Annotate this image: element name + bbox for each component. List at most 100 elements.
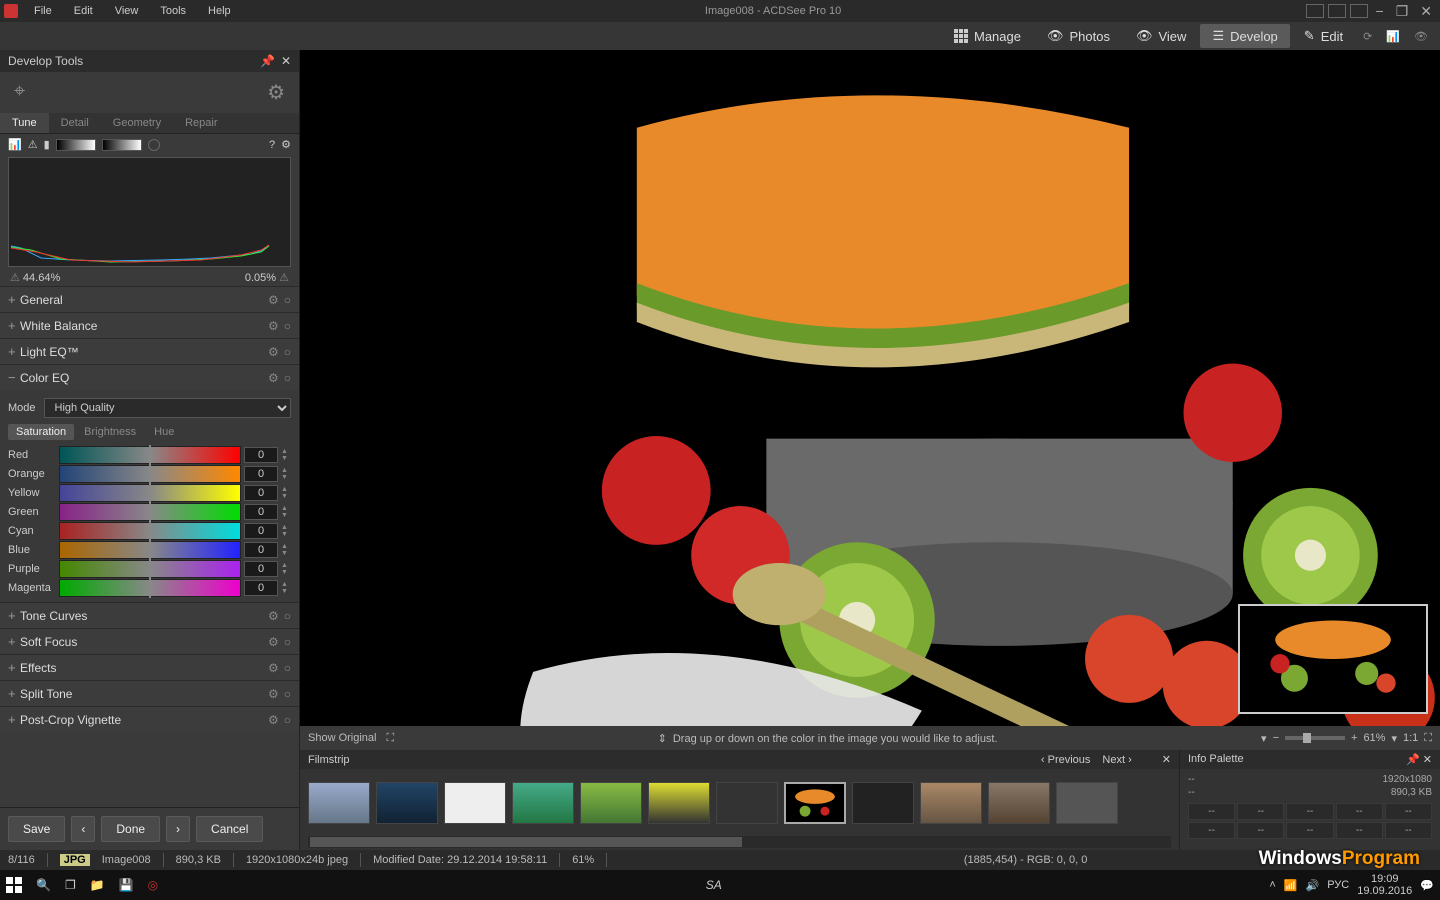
menu-view[interactable]: View — [105, 2, 149, 20]
menu-tools[interactable]: Tools — [150, 2, 196, 20]
mode-view[interactable]: 👁View — [1124, 24, 1198, 48]
section-light-eq[interactable]: +Light EQ™⚙○ — [0, 339, 299, 364]
hist-help-icon[interactable]: ? — [269, 139, 275, 151]
spin-down-icon[interactable]: ▼ — [281, 531, 291, 538]
tray-volume-icon[interactable]: 🔊 — [1306, 879, 1320, 892]
section-tone-curves[interactable]: +Tone Curves⚙○ — [0, 603, 299, 628]
thumb[interactable] — [444, 782, 506, 824]
tab-tune[interactable]: Tune — [0, 113, 49, 133]
warning-icon[interactable]: ⚠ — [28, 138, 38, 151]
section-effects[interactable]: +Effects⚙○ — [0, 655, 299, 680]
mode-stats-icon[interactable]: 📊 — [1380, 30, 1406, 43]
slider-green[interactable]: Green▲▼ — [8, 503, 291, 521]
reset-icon[interactable]: ○ — [284, 687, 291, 701]
reset-icon[interactable]: ○ — [284, 713, 291, 727]
slider-value[interactable] — [244, 580, 278, 596]
mode-photos[interactable]: 👁Photos — [1035, 24, 1122, 48]
taskview-icon[interactable]: ❐ — [65, 878, 76, 892]
thumb[interactable] — [988, 782, 1050, 824]
slider-blue[interactable]: Blue▲▼ — [8, 541, 291, 559]
thumb[interactable] — [376, 782, 438, 824]
filmstrip-prev-button[interactable]: ‹ Previous — [1041, 754, 1091, 766]
tray-date[interactable]: 19.09.2016 — [1357, 885, 1412, 897]
spin-down-icon[interactable]: ▼ — [281, 474, 291, 481]
thumb[interactable] — [648, 782, 710, 824]
filmstrip-next-button[interactable]: Next › — [1102, 754, 1131, 766]
menu-edit[interactable]: Edit — [64, 2, 103, 20]
mode-365-icon[interactable]: ⟳ — [1357, 30, 1378, 43]
reset-icon[interactable]: ○ — [284, 293, 291, 307]
gear-icon[interactable]: ⚙ — [268, 687, 279, 701]
slider-track[interactable] — [59, 446, 241, 464]
minimize-icon[interactable]: − — [1372, 3, 1388, 19]
fullscreen-icon[interactable]: ⛶ — [386, 732, 394, 745]
next-image-button[interactable]: › — [166, 816, 190, 842]
black-point-gradient[interactable] — [56, 139, 96, 151]
start-icon[interactable] — [6, 877, 22, 893]
slider-purple[interactable]: Purple▲▼ — [8, 560, 291, 578]
section-split-tone[interactable]: +Split Tone⚙○ — [0, 681, 299, 706]
spin-up-icon[interactable]: ▲ — [281, 543, 291, 550]
menu-file[interactable]: File — [24, 2, 62, 20]
reset-icon[interactable]: ○ — [284, 609, 291, 623]
close-panel-icon[interactable]: ✕ — [281, 54, 291, 68]
mode-develop[interactable]: ☰Develop — [1200, 24, 1289, 48]
pin-icon[interactable]: 📌 — [260, 54, 275, 68]
zoom-in-icon[interactable]: + — [1351, 732, 1357, 744]
histogram-icon[interactable]: 📊 — [8, 138, 22, 151]
mode-edit[interactable]: ✎Edit — [1292, 24, 1355, 48]
tray-chevron-icon[interactable]: ˄ — [1269, 879, 1275, 891]
tray-notifications-icon[interactable]: 💬 — [1420, 879, 1434, 892]
tab-repair[interactable]: Repair — [173, 113, 229, 133]
spin-down-icon[interactable]: ▼ — [281, 588, 291, 595]
slider-yellow[interactable]: Yellow▲▼ — [8, 484, 291, 502]
prev-image-button[interactable]: ‹ — [71, 816, 95, 842]
section-vignette[interactable]: +Post-Crop Vignette⚙○ — [0, 707, 299, 732]
gear-icon[interactable]: ⚙ — [268, 371, 279, 385]
slider-orange[interactable]: Orange▲▼ — [8, 465, 291, 483]
show-original-button[interactable]: Show Original — [308, 732, 376, 744]
tab-geometry[interactable]: Geometry — [101, 113, 173, 133]
filmstrip-scrollbar[interactable] — [308, 836, 1171, 848]
thumb-selected[interactable] — [784, 782, 846, 824]
gear-icon[interactable]: ⚙ — [267, 80, 285, 105]
thumb[interactable] — [852, 782, 914, 824]
slider-value[interactable] — [244, 485, 278, 501]
spin-up-icon[interactable]: ▲ — [281, 486, 291, 493]
section-general[interactable]: +General⚙○ — [0, 287, 299, 312]
slider-red[interactable]: Red▲▼ — [8, 446, 291, 464]
zoom-dropdown-icon[interactable]: ▾ — [1391, 732, 1397, 745]
zoom-actual-button[interactable]: 1:1 — [1403, 732, 1418, 744]
mode-manage[interactable]: Manage — [942, 25, 1033, 48]
slider-track[interactable] — [59, 484, 241, 502]
target-icon[interactable]: ⌖ — [14, 80, 25, 105]
chevron-down-icon[interactable]: ▾ — [1261, 732, 1267, 745]
tray-lang[interactable]: РУС — [1327, 879, 1349, 891]
spin-down-icon[interactable]: ▼ — [281, 512, 291, 519]
close-icon[interactable]: ✕ — [1416, 3, 1436, 20]
spin-up-icon[interactable]: ▲ — [281, 562, 291, 569]
reset-icon[interactable]: ○ — [284, 319, 291, 333]
slider-magenta[interactable]: Magenta▲▼ — [8, 579, 291, 597]
thumb[interactable] — [1056, 782, 1118, 824]
circle-icon[interactable] — [148, 139, 160, 151]
explorer-icon[interactable]: 📁 — [90, 878, 105, 892]
reset-icon[interactable]: ○ — [284, 345, 291, 359]
brush-icon[interactable]: ▮ — [44, 138, 50, 151]
spin-up-icon[interactable]: ▲ — [281, 448, 291, 455]
thumb[interactable] — [512, 782, 574, 824]
spin-up-icon[interactable]: ▲ — [281, 467, 291, 474]
filmstrip-close-icon[interactable]: ✕ — [1162, 753, 1171, 766]
thumb[interactable] — [920, 782, 982, 824]
spin-up-icon[interactable]: ▲ — [281, 505, 291, 512]
slider-value[interactable] — [244, 504, 278, 520]
slider-cyan[interactable]: Cyan▲▼ — [8, 522, 291, 540]
zoom-slider[interactable] — [1285, 736, 1345, 740]
app-icon[interactable]: 💾 — [119, 878, 134, 892]
spin-down-icon[interactable]: ▼ — [281, 550, 291, 557]
slider-value[interactable] — [244, 542, 278, 558]
done-button[interactable]: Done — [101, 816, 160, 842]
section-soft-focus[interactable]: +Soft Focus⚙○ — [0, 629, 299, 654]
tab-detail[interactable]: Detail — [49, 113, 101, 133]
slider-value[interactable] — [244, 447, 278, 463]
